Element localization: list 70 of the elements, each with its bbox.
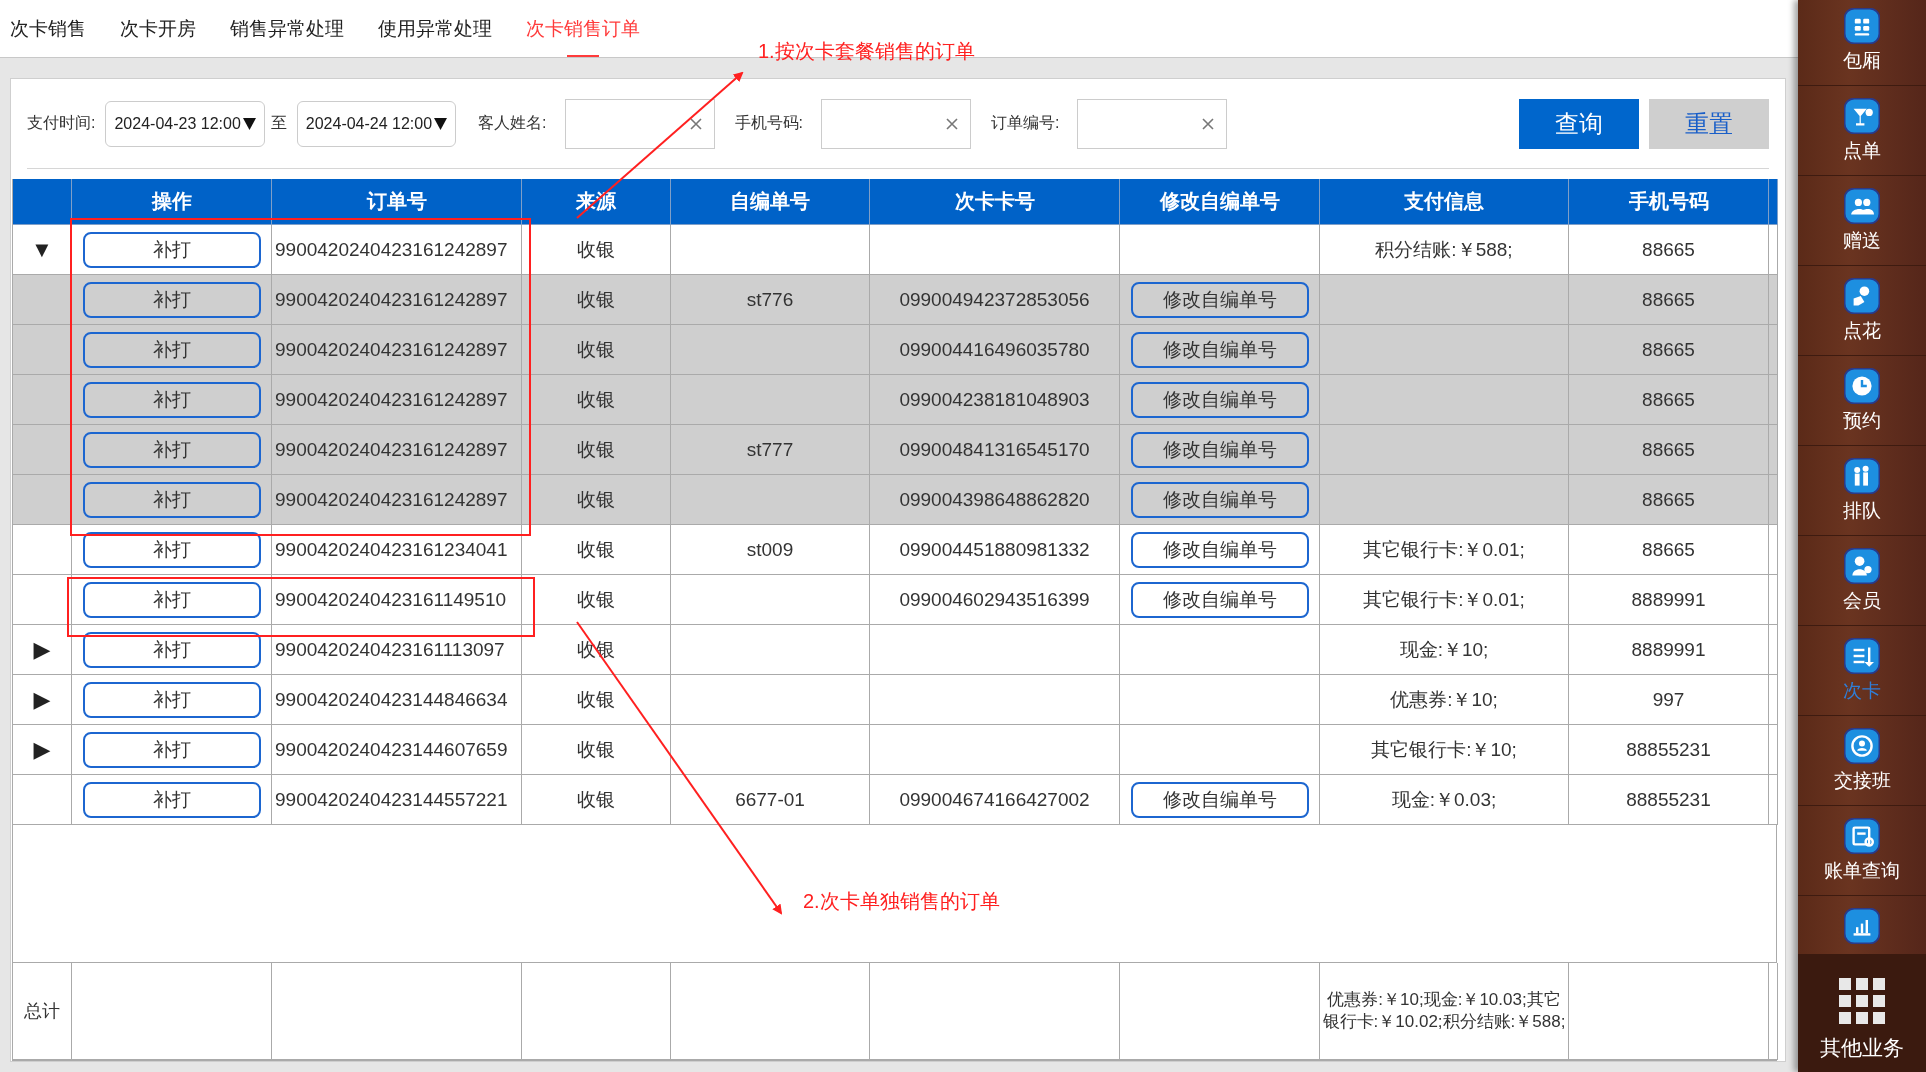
clear-icon[interactable] <box>1202 117 1215 130</box>
nav-label[interactable]: 账单查询 <box>1824 858 1900 884</box>
tab[interactable]: 次卡销售 <box>10 0 103 57</box>
reprint-button[interactable]: 补打 <box>82 381 261 418</box>
clear-icon[interactable] <box>689 117 702 130</box>
reprint-button[interactable]: 补打 <box>82 781 261 818</box>
reprint-button[interactable]: 补打 <box>82 731 261 768</box>
input-field[interactable] <box>1077 98 1228 149</box>
nav-label[interactable]: 排队 <box>1843 498 1881 524</box>
nav-label[interactable]: 点单 <box>1843 138 1881 164</box>
table-cell: 88855231 <box>1569 775 1769 825</box>
filter-label: 支付时间: <box>27 113 96 133</box>
annotation-text: 1.按次卡套餐销售的订单 <box>758 39 975 64</box>
nav-label[interactable]: 会员 <box>1843 588 1881 614</box>
reprint-button[interactable]: 补打 <box>82 231 261 268</box>
list-icon[interactable] <box>1844 638 1880 674</box>
clear-icon[interactable] <box>946 117 958 130</box>
reprint-button[interactable]: 补打 <box>82 681 261 718</box>
tab[interactable]: 次卡开房 <box>103 0 213 57</box>
reprint-button[interactable]: 补打 <box>82 581 261 618</box>
input-field[interactable] <box>821 98 971 149</box>
edit-number-button[interactable]: 修改自编单号 <box>1130 531 1309 568</box>
reprint-button[interactable]: 补打 <box>82 281 261 318</box>
member-icon[interactable] <box>1844 548 1880 584</box>
filter-label: 订单编号: <box>991 113 1060 133</box>
nav-label[interactable]: 预约 <box>1843 408 1881 434</box>
query-button[interactable]: 查询 <box>1519 98 1639 149</box>
nav-label[interactable]: 包厢 <box>1843 48 1881 74</box>
date-select[interactable]: 2024-04-24 12:00 <box>296 100 457 147</box>
clock-icon[interactable] <box>1844 368 1880 404</box>
reprint-button[interactable]: 补打 <box>82 431 261 468</box>
reprint-button[interactable]: 补打 <box>82 631 261 668</box>
nav-label[interactable]: 点花 <box>1843 318 1881 344</box>
table-cell: 099004674166427002 <box>870 775 1120 825</box>
tab[interactable]: 次卡销售订单 <box>509 0 657 57</box>
edit-number-button[interactable]: 修改自编单号 <box>1130 481 1309 518</box>
edit-number-button[interactable]: 修改自编单号 <box>1130 781 1309 818</box>
table-cell: 收银 <box>522 775 671 825</box>
nav-label[interactable]: 其他业务 <box>1820 1034 1904 1062</box>
date-select[interactable]: 2024-04-23 12:00 <box>105 100 265 147</box>
bar-chart-icon[interactable] <box>1844 908 1880 944</box>
caret-icon <box>242 117 256 130</box>
annotation-text: 2.次卡单独销售的订单 <box>803 889 1000 914</box>
edit-number-button[interactable]: 修改自编单号 <box>1130 581 1309 618</box>
reset-button[interactable]: 重置 <box>1649 98 1769 149</box>
cup-icon[interactable] <box>1844 98 1880 134</box>
nav-label[interactable]: 交接班 <box>1833 768 1891 794</box>
caret-icon <box>434 117 448 130</box>
edit-number-button[interactable]: 修改自编单号 <box>1130 431 1309 468</box>
reprint-button[interactable]: 补打 <box>82 481 261 518</box>
people-icon[interactable] <box>1844 188 1880 224</box>
filter-label: 客人姓名: <box>478 113 547 133</box>
edit-number-button[interactable]: 修改自编单号 <box>1130 381 1309 418</box>
grid-icon[interactable] <box>1844 8 1880 44</box>
apps-grid-icon[interactable] <box>1839 978 1885 1024</box>
reprint-button[interactable]: 补打 <box>82 331 261 368</box>
edit-number-button[interactable]: 修改自编单号 <box>1130 331 1309 368</box>
range-separator: 至 <box>270 113 287 133</box>
edit-number-button[interactable]: 修改自编单号 <box>1130 281 1309 318</box>
input-field[interactable] <box>564 98 715 149</box>
table-cell: 现金:￥0.03; <box>1320 775 1569 825</box>
tab[interactable]: 使用异常处理 <box>361 0 509 57</box>
table-cell: 9900420240423144557221 <box>272 775 522 825</box>
nav-label[interactable]: 赠送 <box>1843 228 1881 254</box>
table-cell: 6677-01 <box>671 775 870 825</box>
table-cell: 优惠券:￥10;现金:￥10.03;其它银行卡:￥10.02;积分结账:￥588; <box>1320 963 1569 1060</box>
table-cell: 总计 <box>13 963 72 1060</box>
filter-label: 手机号码: <box>734 113 803 133</box>
tab[interactable]: 销售异常处理 <box>213 0 361 57</box>
reprint-button[interactable]: 补打 <box>82 531 261 568</box>
